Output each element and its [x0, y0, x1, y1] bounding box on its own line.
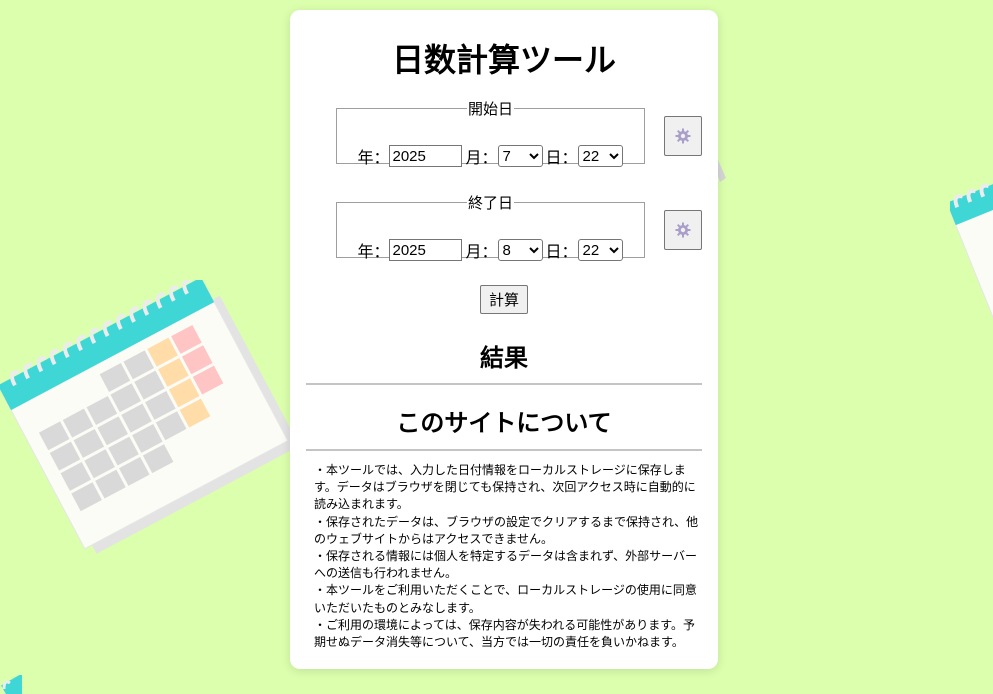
end-month-label: 月：: [465, 242, 498, 261]
end-year-input[interactable]: [389, 239, 463, 261]
gear-icon: [675, 222, 691, 238]
start-date-fieldset: 開始日 年： 月：7日：22: [336, 98, 645, 167]
about-text: ・本ツールでは、入力した日付情報をローカルストレージに保存します。データはブラウ…: [314, 462, 704, 651]
result-heading: 結果: [480, 344, 528, 372]
result-divider: [306, 383, 702, 385]
end-date-legend: 終了日: [467, 194, 513, 212]
end-date-row: 年： 月：8日：22: [337, 238, 646, 262]
start-date-row: 年： 月：7日：22: [337, 144, 646, 168]
calendar-illustration-bottom: [1, 675, 22, 694]
page-title: 日数計算ツール: [391, 41, 616, 79]
about-line: ・保存される情報には個人を特定するデータは含まれず、外部サーバーへの送信も行われ…: [314, 549, 698, 581]
end-year-label: 年：: [357, 242, 390, 261]
end-day-select[interactable]: 22: [577, 239, 623, 261]
start-year-input[interactable]: [389, 145, 463, 167]
start-month-select[interactable]: 7: [497, 145, 543, 167]
main-card: 日数計算ツール 開始日 年：月：7日：22 終了日 年：月：8日：22: [290, 10, 718, 669]
about-heading: このサイトについて: [396, 409, 612, 437]
start-year-label: 年：: [357, 148, 390, 167]
start-day-label: 日：: [545, 148, 578, 167]
start-day-select[interactable]: 22: [577, 145, 623, 167]
end-settings-button[interactable]: [664, 210, 702, 250]
start-date-legend: 開始日: [467, 100, 513, 118]
about-line: ・本ツールをご利用いただくことで、ローカルストレージの使用に同意いただいたものと…: [314, 583, 697, 615]
end-day-label: 日：: [545, 242, 578, 261]
gear-icon: [675, 128, 691, 144]
start-month-label: 月：: [465, 148, 498, 167]
about-line: ・ご利用の環境によっては、保存内容が失われる可能性があります。予期せぬデータ消失…: [314, 617, 696, 650]
calendar-illustration-right: [950, 175, 993, 325]
end-month-select[interactable]: 8: [497, 239, 543, 261]
calculate-button[interactable]: 計算: [480, 285, 528, 314]
calendar-illustration-left: [0, 280, 290, 554]
about-line: ・本ツールでは、入力した日付情報をローカルストレージに保存します。データはブラウ…: [314, 463, 696, 512]
about-line: ・保存されたデータは、ブラウザの設定でクリアするまで保持され、他のウェブサイトか…: [314, 514, 699, 546]
about-divider: [306, 449, 702, 451]
start-settings-button[interactable]: [664, 116, 702, 156]
end-date-fieldset: 終了日 年： 月：8日：22: [336, 192, 645, 261]
